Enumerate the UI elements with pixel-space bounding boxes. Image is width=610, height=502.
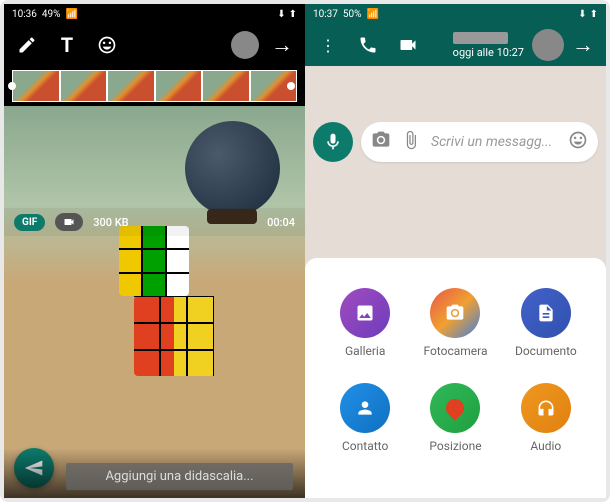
filmstrip-frame[interactable] [202,70,250,102]
status-time: 10:36 [12,9,37,20]
last-seen-label: oggi alle 10:27 [453,46,524,59]
download-icon: ⬇ [578,9,586,20]
caption-bar: Aggiungi una didascalia... [4,448,305,498]
attach-label: Posizione [429,439,481,453]
voice-call-icon[interactable] [357,34,379,56]
contact-avatar[interactable] [532,29,564,61]
signal-icon: 📶 [366,9,378,20]
audio-icon [521,383,571,433]
forward-arrow-icon[interactable]: → [271,32,293,58]
attach-label: Documento [515,344,577,358]
status-bar-right: 10:37 50% 📶 ⬇ ⬆ [305,4,606,24]
menu-icon[interactable]: ⋮ [317,34,339,56]
video-toggle[interactable] [55,213,83,231]
editor-toolbar: T → [4,24,305,66]
upload-icon: ⬆ [289,9,297,20]
attach-option-camera[interactable]: Fotocamera [415,288,495,358]
filmstrip-frame[interactable] [107,70,155,102]
video-editor-pane: 10:36 49% 📶 ⬇ ⬆ T → [4,4,305,498]
upload-icon: ⬆ [590,9,598,20]
video-info-bar: GIF 300 KB 00:04 [4,208,305,236]
attach-option-contact[interactable]: Contatto [325,383,405,453]
contact-name-redacted [453,32,508,44]
signal-icon: 📶 [65,9,77,20]
status-time: 10:37 [313,9,338,20]
filmstrip-frame[interactable] [60,70,108,102]
preview-globe-object [185,121,280,216]
status-battery: 49% [42,9,61,20]
video-filmstrip[interactable] [4,66,305,106]
attach-option-audio[interactable]: Audio [506,383,586,453]
emoji-icon[interactable] [568,130,588,155]
attach-label: Fotocamera [423,344,487,358]
preview-cube-object [134,296,214,376]
video-call-icon[interactable] [397,34,419,56]
attach-option-location[interactable]: Posizione [415,383,495,453]
attach-label: Galleria [345,344,385,358]
duration-label: 00:04 [267,216,295,229]
camera-icon[interactable] [371,130,391,155]
file-size-label: 300 KB [93,216,128,229]
caption-input[interactable]: Aggiungi una didascalia... [66,463,293,490]
mic-button[interactable] [313,122,353,162]
attach-option-image[interactable]: Galleria [325,288,405,358]
attach-option-document[interactable]: Documento [506,288,586,358]
emoji-tool-icon[interactable] [96,34,118,56]
document-icon [521,288,571,338]
filmstrip-frame[interactable] [250,70,298,102]
chat-background: Scrivi un messagg... Galleria Fotocamera… [305,66,606,498]
download-icon: ⬇ [277,9,285,20]
video-preview[interactable]: GIF 300 KB 00:04 Aggiungi una didascalia… [4,106,305,498]
attach-label: Contatto [342,439,388,453]
recipient-avatar[interactable] [231,31,259,59]
status-battery: 50% [343,9,362,20]
filmstrip-frame[interactable] [12,70,60,102]
chat-header: ⋮ oggi alle 10:27 → [305,24,606,66]
message-input[interactable]: Scrivi un messagg... [431,134,558,150]
crop-icon[interactable] [16,34,38,56]
attach-icon[interactable] [401,130,421,155]
chat-pane: 10:37 50% 📶 ⬇ ⬆ ⋮ oggi alle 10:27 [305,4,606,498]
attachment-sheet: Galleria Fotocamera Documento Contatto P… [305,258,606,498]
camera-icon [430,288,480,338]
location-icon [430,383,480,433]
message-input-bar: Scrivi un messagg... [361,122,598,162]
image-icon [340,288,390,338]
filmstrip-frame[interactable] [155,70,203,102]
gif-toggle[interactable]: GIF [14,214,45,231]
attach-label: Audio [530,439,561,453]
back-arrow-icon[interactable]: → [572,32,594,58]
contact-icon [340,383,390,433]
status-bar-left: 10:36 49% 📶 ⬇ ⬆ [4,4,305,24]
preview-cube-object [119,226,189,296]
text-tool-icon[interactable]: T [56,34,78,56]
